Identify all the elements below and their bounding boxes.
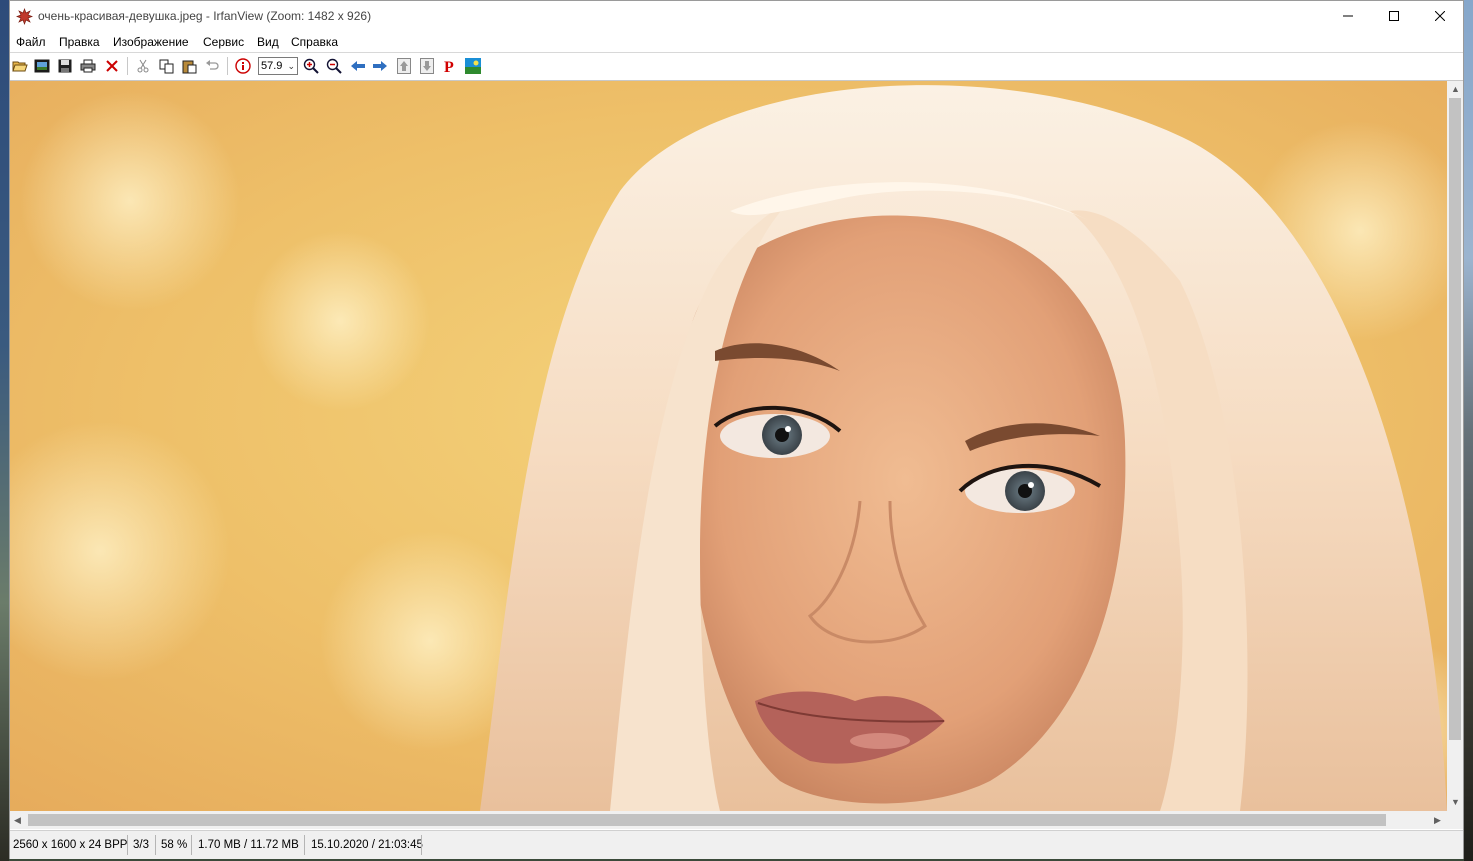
zoom-select[interactable]: 57.9 ⌄ — [258, 57, 298, 75]
status-datetime: 15.10.2020 / 21:03:45 — [311, 839, 423, 851]
vertical-scrollbar[interactable]: ▲ ▼ — [1447, 81, 1463, 811]
cut-button[interactable] — [134, 57, 152, 75]
delete-icon — [106, 60, 118, 72]
undo-icon — [206, 60, 219, 70]
scroll-down-icon[interactable]: ▼ — [1451, 797, 1460, 807]
menu-help[interactable]: Справка — [291, 35, 338, 49]
copy-button[interactable] — [157, 57, 175, 75]
save-icon — [58, 59, 72, 73]
menu-view[interactable]: Вид — [257, 35, 279, 49]
maximize-icon — [1389, 11, 1399, 21]
desktop-background-right — [1464, 0, 1473, 861]
horizontal-scroll-thumb[interactable] — [28, 814, 1386, 826]
close-button[interactable] — [1417, 1, 1463, 31]
title-bar[interactable]: очень-красивая-девушка.jpeg - IrfanView … — [10, 1, 1463, 31]
exit-fullscreen-button[interactable] — [464, 57, 482, 75]
scroll-left-icon[interactable]: ◀ — [14, 815, 21, 826]
previous-page-button[interactable] — [395, 57, 413, 75]
slideshow-icon — [34, 59, 50, 73]
status-divider — [421, 835, 422, 855]
previous-button[interactable] — [349, 57, 367, 75]
print-icon — [80, 59, 96, 73]
status-file-size: 1.70 MB / 11.72 MB — [198, 839, 299, 851]
paint-icon: P — [444, 59, 454, 74]
status-dimensions: 2560 x 1600 x 24 BPP — [13, 839, 128, 851]
irfanview-logo-icon — [16, 8, 33, 25]
copy-icon — [159, 59, 173, 73]
next-icon — [373, 61, 387, 71]
next-page-icon — [420, 58, 434, 74]
info-button[interactable] — [234, 57, 252, 75]
cut-icon — [137, 59, 149, 73]
open-icon — [12, 61, 28, 72]
exit-fullscreen-icon — [465, 58, 481, 74]
status-bar: 2560 x 1600 x 24 BPP 3/3 58 % 1.70 MB / … — [10, 830, 1463, 859]
paste-icon — [182, 60, 196, 73]
slideshow-button[interactable] — [33, 57, 51, 75]
next-button[interactable] — [371, 57, 389, 75]
status-divider — [155, 835, 156, 855]
minimize-icon — [1343, 15, 1353, 17]
save-button[interactable] — [56, 57, 74, 75]
menu-bar: Файл Правка Изображение Сервис Вид Справ… — [10, 31, 1463, 51]
paint-button[interactable]: P — [441, 57, 459, 75]
zoom-select-value: 57.9 — [261, 60, 283, 72]
status-zoom: 58 % — [161, 839, 188, 851]
menu-image[interactable]: Изображение — [113, 35, 189, 49]
scroll-up-icon[interactable]: ▲ — [1451, 84, 1460, 94]
print-button[interactable] — [79, 57, 97, 75]
menu-edit[interactable]: Правка — [59, 35, 100, 49]
undo-button[interactable] — [203, 57, 221, 75]
svg-text:P: P — [444, 59, 454, 74]
open-button[interactable] — [11, 57, 29, 75]
window-title: очень-красивая-девушка.jpeg - IrfanView … — [38, 9, 372, 23]
minimize-button[interactable] — [1325, 1, 1371, 31]
toolbar-separator — [227, 57, 228, 75]
menu-file[interactable]: Файл — [16, 35, 46, 49]
desktop-background-left — [0, 0, 9, 861]
previous-page-icon — [397, 58, 411, 74]
portrait-photo — [10, 81, 1447, 811]
next-page-button[interactable] — [418, 57, 436, 75]
info-icon — [235, 58, 251, 74]
menu-tools[interactable]: Сервис — [203, 35, 244, 49]
horizontal-scrollbar[interactable]: ◀ ▶ — [10, 811, 1447, 829]
image-viewport[interactable] — [10, 81, 1447, 811]
scrollbar-corner — [1447, 811, 1463, 829]
zoom-in-icon — [303, 58, 319, 74]
vertical-scroll-thumb[interactable] — [1449, 98, 1461, 740]
previous-icon — [351, 61, 365, 71]
paste-button[interactable] — [180, 57, 198, 75]
close-icon — [1435, 11, 1445, 21]
toolbar-separator — [127, 57, 128, 75]
irfanview-window: очень-красивая-девушка.jpeg - IrfanView … — [9, 0, 1464, 859]
status-divider — [304, 835, 305, 855]
delete-button[interactable] — [103, 57, 121, 75]
status-divider — [191, 835, 192, 855]
zoom-in-button[interactable] — [302, 57, 320, 75]
status-divider — [127, 835, 128, 855]
maximize-button[interactable] — [1371, 1, 1417, 31]
status-index: 3/3 — [133, 839, 149, 851]
toolbar: 57.9 ⌄ P — [10, 52, 1463, 81]
chevron-down-icon: ⌄ — [287, 61, 295, 71]
zoom-out-button[interactable] — [325, 57, 343, 75]
scroll-right-icon[interactable]: ▶ — [1434, 815, 1441, 826]
zoom-out-icon — [326, 58, 342, 74]
